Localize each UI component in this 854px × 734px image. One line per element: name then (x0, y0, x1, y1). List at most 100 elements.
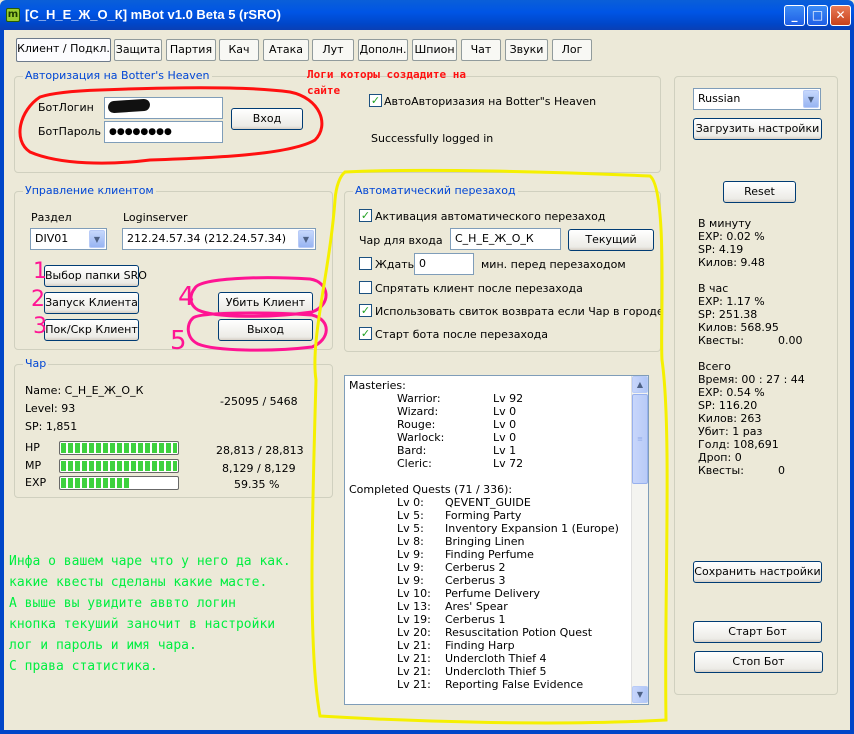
quest-level: Lv 19: (397, 613, 431, 626)
tab-log[interactable]: Лог (552, 39, 592, 61)
auto-auth-label: АвтоАвторизазия на Botter"s Heaven (384, 95, 597, 108)
kill-client-button[interactable]: Убить Клиент (218, 292, 313, 314)
tab-spy[interactable]: Шпион (412, 39, 457, 61)
login-status-text: Successfully logged in (371, 132, 494, 145)
loginserver-value: 212.24.57.34 (212.24.57.34) (127, 232, 287, 245)
mastery-name: Warlock: (397, 431, 445, 444)
tab-protection[interactable]: Защита (114, 39, 162, 61)
quest-level: Lv 21: (397, 665, 431, 678)
per-hour-quests-label: Квесты: (698, 334, 744, 347)
window-frame-right (850, 30, 854, 734)
tab-party[interactable]: Партия (166, 39, 216, 61)
tab-leveling[interactable]: Кач (219, 39, 259, 61)
start-client-button[interactable]: Запуск Клиента (44, 292, 139, 314)
maximize-button[interactable]: □ (807, 5, 828, 26)
mastery-name: Bard: (397, 444, 427, 457)
relog-group-title: Автоматический перезаход (353, 184, 518, 197)
current-char-button[interactable]: Текущий (568, 229, 654, 251)
mastery-level: Lv 1 (493, 444, 517, 457)
wait-minutes-field[interactable]: 0 (414, 253, 474, 275)
tab-extra[interactable]: Дополн. (358, 39, 408, 61)
hp-label: HP (25, 441, 40, 454)
green-note-line: какие квесты сделаны какие масте. (9, 575, 268, 590)
per-hour-stat: Килов: 568.95 (698, 321, 779, 334)
quest-name: Cerberus 3 (445, 574, 506, 587)
select-sro-folder-button[interactable]: Выбор папки SRO (44, 265, 147, 287)
scroll-down-icon[interactable]: ▼ (632, 686, 648, 703)
login-button[interactable]: Вход (231, 108, 303, 130)
bot-password-field[interactable]: ●●●●●●●● (104, 121, 223, 143)
char-info-listbox[interactable]: Masteries: Warrior: Lv 92 Wizard: Lv 0 Rouge… (344, 375, 649, 705)
close-button[interactable]: ✕ (830, 5, 851, 26)
minimize-button[interactable]: _ (784, 5, 805, 26)
stop-bot-button[interactable]: Стоп Бот (694, 651, 823, 673)
total-header: Всего (698, 360, 731, 373)
reset-button[interactable]: Reset (723, 181, 796, 203)
check-mark-icon: ✓ (370, 94, 381, 107)
hp-bar-fill (61, 443, 177, 453)
mastery-level: Lv 72 (493, 457, 524, 470)
relog-activate-checkbox[interactable]: ✓ (359, 209, 372, 222)
wait-checkbox[interactable] (359, 257, 372, 270)
total-stat: Килов: 263 (698, 412, 762, 425)
quest-level: Lv 13: (397, 600, 431, 613)
exit-button[interactable]: Выход (218, 319, 313, 341)
auto-auth-checkbox[interactable]: ✓ (369, 94, 382, 107)
language-select[interactable]: Russian ▼ (693, 88, 821, 110)
mp-label: MP (25, 459, 42, 472)
per-hour-stat: EXP: 1.17 % (698, 295, 765, 308)
tab-sounds[interactable]: Звуки (505, 39, 548, 61)
mastery-name: Rouge: (397, 418, 436, 431)
return-scroll-checkbox[interactable]: ✓ (359, 304, 372, 317)
division-select[interactable]: DIV01 ▼ (30, 228, 107, 250)
quest-level: Lv 9: (397, 561, 424, 574)
total-stat: EXP: 0.54 % (698, 386, 765, 399)
quest-level: Lv 21: (397, 678, 431, 691)
mp-bar (59, 459, 179, 473)
title-bar[interactable]: m [С_Н_Е_Ж_О_К] mBot v1.0 Beta 5 (rSRO) … (0, 0, 854, 30)
window-frame-left (0, 30, 4, 734)
total-stat: Время: 00 : 27 : 44 (698, 373, 805, 386)
quest-level: Lv 5: (397, 509, 424, 522)
loginserver-select[interactable]: 212.24.57.34 (212.24.57.34) ▼ (122, 228, 316, 250)
client-group-title: Управление клиентом (23, 184, 156, 197)
wait-suffix-label: мин. перед перезаходом (481, 258, 626, 271)
total-quests-value: 0 (778, 464, 785, 477)
division-value: DIV01 (35, 232, 69, 245)
per-minute-header: В минуту (698, 217, 752, 230)
quest-name: Finding Harp (445, 639, 515, 652)
char-login-field[interactable]: С_Н_Е_Ж_О_К (450, 228, 561, 250)
quest-name: Resuscitation Potion Quest (445, 626, 593, 639)
mastery-level: Lv 0 (493, 431, 517, 444)
quest-name: Reporting False Evidence (445, 678, 584, 691)
quest-name: QEVENT_GUIDE (445, 496, 531, 509)
hide-client-checkbox[interactable] (359, 281, 372, 294)
exp-bar (59, 476, 179, 490)
quest-level: Lv 21: (397, 652, 431, 665)
quest-name: Ares' Spear (445, 600, 508, 613)
listbox-scrollbar[interactable]: ▲ ≡ ▼ (631, 376, 648, 704)
quest-level: Lv 9: (397, 548, 424, 561)
return-scroll-label: Использовать свиток возврата если Чар в … (375, 305, 664, 318)
save-settings-button[interactable]: Сохранить настройки (693, 561, 822, 583)
scroll-thumb[interactable]: ≡ (632, 394, 648, 484)
quest-level: Lv 10: (397, 587, 431, 600)
quest-name: Undercloth Thief 5 (445, 665, 547, 678)
load-settings-button[interactable]: Загрузить настройки (693, 118, 822, 140)
green-note-line: Инфа о вашем чаре что у него да как. (9, 554, 291, 569)
per-hour-stat: SP: 251.38 (698, 308, 758, 321)
total-stat: Дроп: 0 (698, 451, 742, 464)
per-minute-stat: Килов: 9.48 (698, 256, 765, 269)
tab-attack[interactable]: Атака (263, 39, 309, 61)
start-bot-checkbox[interactable]: ✓ (359, 327, 372, 340)
tab-loot[interactable]: Лут (312, 39, 354, 61)
bot-password-label: БотПароль (38, 125, 101, 138)
tab-chat[interactable]: Чат (461, 39, 501, 61)
chevron-down-icon: ▼ (803, 90, 819, 108)
marker-5: 5 (170, 326, 187, 356)
start-bot-button[interactable]: Старт Бот (693, 621, 822, 643)
red-note-line1: Логи которы создадите на (307, 68, 466, 81)
show-hide-client-button[interactable]: Пок/Скр Клиент (44, 319, 139, 341)
scroll-up-icon[interactable]: ▲ (632, 376, 648, 393)
tab-client[interactable]: Клиент / Подкл. (16, 38, 111, 62)
